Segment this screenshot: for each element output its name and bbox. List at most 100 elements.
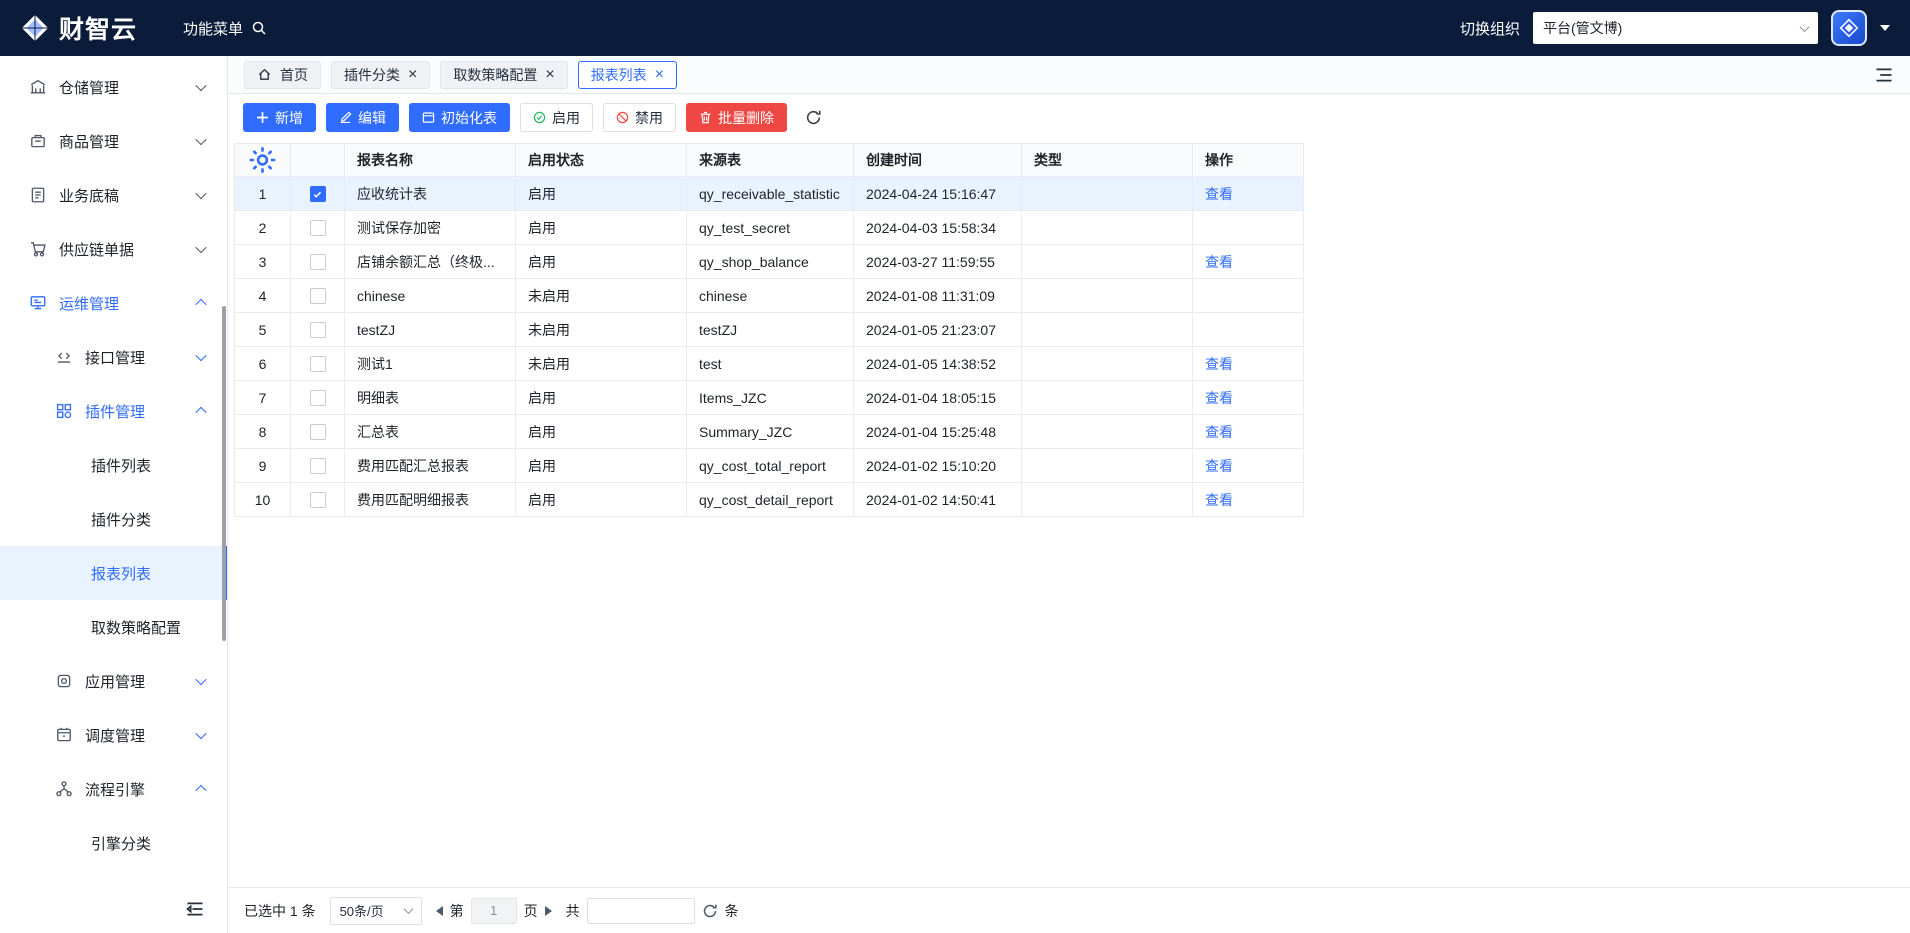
next-page-button[interactable] (544, 905, 552, 916)
row-checkbox[interactable] (309, 186, 326, 203)
sidebar-scrollbar[interactable] (222, 306, 226, 641)
tab-item-2[interactable]: 取数策略配置 × (440, 60, 568, 89)
gear-icon[interactable] (236, 145, 290, 176)
table-row: 10 费用匹配明细报表 启用 qy_cost_detail_report 2024-01… (234, 482, 1304, 517)
pagination-bar: 已选中 1 条 50条/页 第 页 共 条 (228, 887, 1910, 933)
view-link[interactable]: 查看 (1205, 492, 1233, 508)
tab-label: 报表列表 (590, 66, 647, 83)
search-icon[interactable] (251, 20, 267, 36)
created-time: 2024-01-05 14:38:52 (853, 346, 1022, 381)
row-checkbox[interactable] (309, 288, 326, 305)
row-checkbox[interactable] (309, 390, 326, 407)
row-checkbox[interactable] (309, 220, 326, 237)
close-tab-icon[interactable]: × (545, 66, 554, 83)
org-select[interactable]: 平台(管文博) (1533, 12, 1818, 44)
source-table: Summary_JZC (686, 414, 854, 449)
trash-icon (699, 111, 712, 124)
row-checkbox-cell (290, 448, 345, 483)
check-button[interactable]: 启用 (520, 103, 593, 132)
tab-item-0[interactable]: 首页 (244, 60, 321, 89)
brand[interactable]: 财智云 (20, 10, 137, 46)
sidebar-item-1[interactable]: 商品管理 (0, 114, 227, 168)
report-name: 应收统计表 (344, 176, 516, 211)
sidebar-item-8[interactable]: 插件分类 (0, 492, 227, 546)
created-time: 2024-01-02 15:10:20 (853, 448, 1022, 483)
sidebar-item-13[interactable]: 流程引擎 (0, 762, 227, 816)
chevron-down-icon (195, 187, 207, 200)
close-tab-icon[interactable]: × (655, 66, 664, 83)
page-number-input[interactable] (470, 897, 517, 924)
row-checkbox[interactable] (309, 322, 326, 339)
close-tab-icon[interactable]: × (408, 66, 417, 83)
sidebar-item-9[interactable]: 报表列表 (0, 546, 227, 600)
report-type (1021, 244, 1193, 279)
enable-status: 启用 (515, 244, 687, 279)
row-index: 6 (234, 346, 291, 381)
sidebar-item-3[interactable]: 供应链单据 (0, 222, 227, 276)
prev-page-button[interactable] (435, 905, 443, 916)
edit-button[interactable]: 编辑 (326, 103, 399, 132)
action-cell: 查看 (1192, 448, 1304, 483)
action-cell: 查看 (1192, 482, 1304, 517)
sidebar-item-label: 引擎分类 (91, 835, 152, 853)
view-link[interactable]: 查看 (1205, 186, 1233, 202)
row-index: 2 (234, 210, 291, 245)
refresh-icon[interactable] (805, 109, 822, 126)
row-checkbox[interactable] (309, 458, 326, 475)
column-name: 报表名称 (344, 143, 516, 177)
enable-status: 启用 (515, 380, 687, 415)
user-avatar[interactable] (1831, 10, 1867, 46)
row-checkbox[interactable] (309, 254, 326, 271)
org-switch-label: 切换组织 (1459, 20, 1520, 38)
view-link[interactable]: 查看 (1205, 424, 1233, 440)
sidebar-item-6[interactable]: 插件管理 (0, 384, 227, 438)
row-checkbox[interactable] (309, 492, 326, 509)
report-name: 测试保存加密 (344, 210, 516, 245)
sidebar-item-0[interactable]: 仓储管理 (0, 60, 227, 114)
row-checkbox-cell (290, 346, 345, 381)
tab-label: 插件分类 (344, 66, 400, 83)
report-name: chinese (344, 278, 516, 313)
view-link[interactable]: 查看 (1205, 356, 1233, 372)
tab-list-icon[interactable] (1874, 65, 1894, 85)
sidebar-item-12[interactable]: 调度管理 (0, 708, 227, 762)
table-row: 8 汇总表 启用 Summary_JZC 2024-01-04 15:25:48 查看 (234, 414, 1304, 449)
ban-button[interactable]: 禁用 (603, 103, 676, 132)
user-menu-caret-icon[interactable] (1880, 25, 1890, 31)
total-count-input[interactable] (586, 897, 695, 924)
tab-item-3[interactable]: 报表列表 × (577, 60, 678, 89)
created-time: 2024-04-24 15:16:47 (853, 176, 1022, 211)
plus-button[interactable]: 新增 (243, 103, 316, 132)
sidebar-item-11[interactable]: 应用管理 (0, 654, 227, 708)
sidebar: 仓储管理 商品管理 业务底稿 供应链单据 运维管理 接口管理 插件管理插件列表插件分类 报表列… (0, 56, 228, 933)
init-button[interactable]: 初始化表 (409, 103, 510, 132)
source-table: testZJ (686, 312, 854, 347)
tab-item-1[interactable]: 插件分类 × (331, 60, 431, 89)
sidebar-item-10[interactable]: 取数策略配置 (0, 600, 227, 654)
view-link[interactable]: 查看 (1205, 458, 1233, 474)
enable-status: 未启用 (515, 278, 687, 313)
row-checkbox[interactable] (309, 424, 326, 441)
table-row: 2 测试保存加密 启用 qy_test_secret 2024-04-03 15:58:… (234, 210, 1304, 245)
chevron-down-icon (195, 673, 207, 686)
sidebar-item-5[interactable]: 接口管理 (0, 330, 227, 384)
sidebar-item-4[interactable]: 运维管理 (0, 276, 227, 330)
column-created: 创建时间 (853, 143, 1022, 177)
loading-icon[interactable] (702, 903, 718, 919)
sidebar-item-2[interactable]: 业务底稿 (0, 168, 227, 222)
sidebar-item-label: 插件列表 (91, 457, 152, 475)
view-link[interactable]: 查看 (1205, 254, 1233, 270)
row-checkbox[interactable] (309, 356, 326, 373)
app-icon (55, 672, 73, 690)
sidebar-item-7[interactable]: 插件列表 (0, 438, 227, 492)
enable-status: 启用 (515, 482, 687, 517)
function-menu[interactable]: 功能菜单 (183, 18, 267, 39)
check-icon (533, 111, 546, 124)
action-cell: 查看 (1192, 346, 1304, 381)
page-size-select[interactable]: 50条/页 (329, 896, 422, 925)
trash-button[interactable]: 批量删除 (686, 103, 787, 132)
collapse-sidebar-icon[interactable] (185, 899, 205, 919)
view-link[interactable]: 查看 (1205, 390, 1233, 406)
sidebar-item-14[interactable]: 引擎分类 (0, 816, 227, 870)
button-label: 新增 (275, 109, 303, 126)
